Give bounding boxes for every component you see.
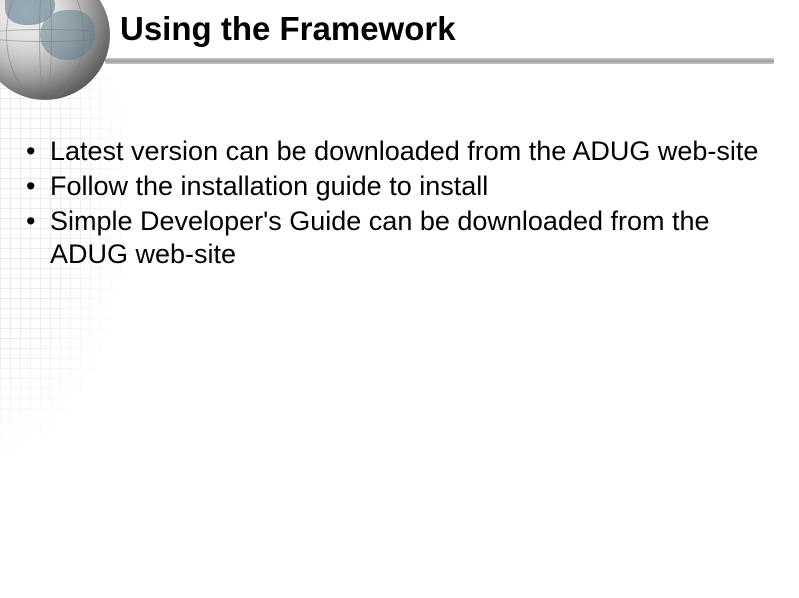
list-item: Latest version can be downloaded from th…	[20, 135, 769, 168]
slide-body: Latest version can be downloaded from th…	[20, 135, 769, 273]
slide-title: Using the Framework	[120, 10, 456, 48]
bullet-list: Latest version can be downloaded from th…	[20, 135, 769, 271]
title-divider	[105, 58, 774, 64]
background-grid	[0, 68, 180, 488]
list-item: Follow the installation guide to install	[20, 170, 769, 203]
globe-graphic	[0, 0, 110, 100]
list-item: Simple Developer's Guide can be download…	[20, 205, 769, 271]
